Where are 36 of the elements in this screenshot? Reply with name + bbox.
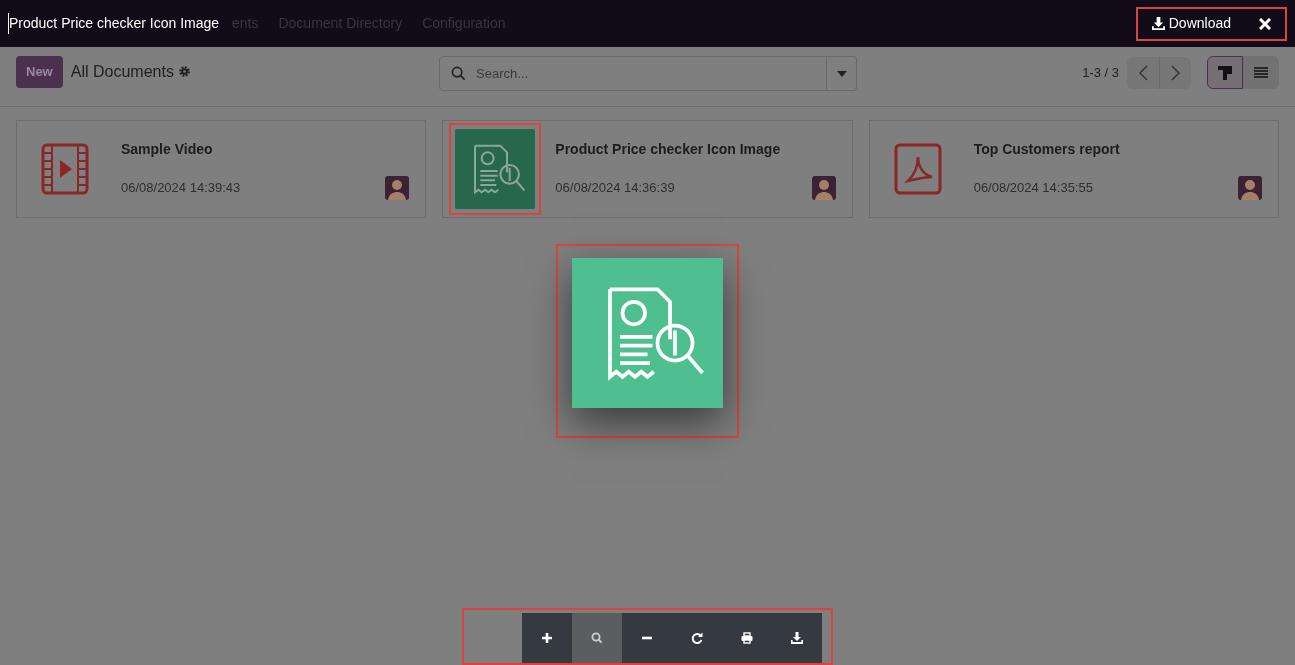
document-title: Product Price checker Icon Image <box>555 139 782 159</box>
list-icon <box>1254 67 1268 80</box>
viewer-title: Product Price checker Icon Image <box>8 13 220 34</box>
caret-icon <box>836 70 847 77</box>
download-button[interactable]: Download <box>1145 10 1237 37</box>
gear-icon[interactable] <box>177 65 191 79</box>
avatar-icon <box>811 175 836 200</box>
breadcrumb: All Documents <box>70 61 174 82</box>
document-card[interactable]: Top Customers report 06/08/2024 14:35:55 <box>868 120 1279 218</box>
document-card[interactable]: Product Price checker Icon Image 06/08/2024 14:36:39 <box>442 120 853 218</box>
kanban-icon <box>1218 66 1232 81</box>
list-view-button[interactable] <box>1243 56 1279 89</box>
rotate-icon <box>691 632 703 644</box>
zoom-in-icon <box>541 632 553 644</box>
download-icon <box>791 632 803 644</box>
document-date: 06/08/2024 14:35:55 <box>973 178 1093 197</box>
search-icon <box>591 632 603 644</box>
avatar-icon <box>385 175 410 200</box>
chevron-right-icon <box>1171 65 1180 82</box>
document-date: 06/08/2024 14:39:43 <box>121 178 241 197</box>
print-icon <box>741 632 753 644</box>
avatar-icon <box>1238 175 1262 200</box>
document-title: Top Customers report <box>973 139 1121 159</box>
pdf-file-icon <box>893 143 942 195</box>
download-icon <box>1151 17 1165 30</box>
close-icon <box>1259 18 1271 31</box>
document-date: 06/08/2024 14:36:39 <box>555 178 675 197</box>
dropdown-button[interactable] <box>827 56 857 91</box>
document-title: Sample Video <box>121 139 214 159</box>
chevron-left-icon <box>1138 65 1148 82</box>
pager-text: 1-3 / 3 <box>1082 63 1119 82</box>
kanban-view-button[interactable] <box>1207 56 1243 89</box>
new-button[interactable]: New <box>16 56 63 88</box>
document-card[interactable]: Sample Video 06/08/2024 14:39:43 <box>16 120 427 218</box>
video-file-icon <box>41 143 89 195</box>
search-field[interactable]: Search... <box>439 56 827 91</box>
